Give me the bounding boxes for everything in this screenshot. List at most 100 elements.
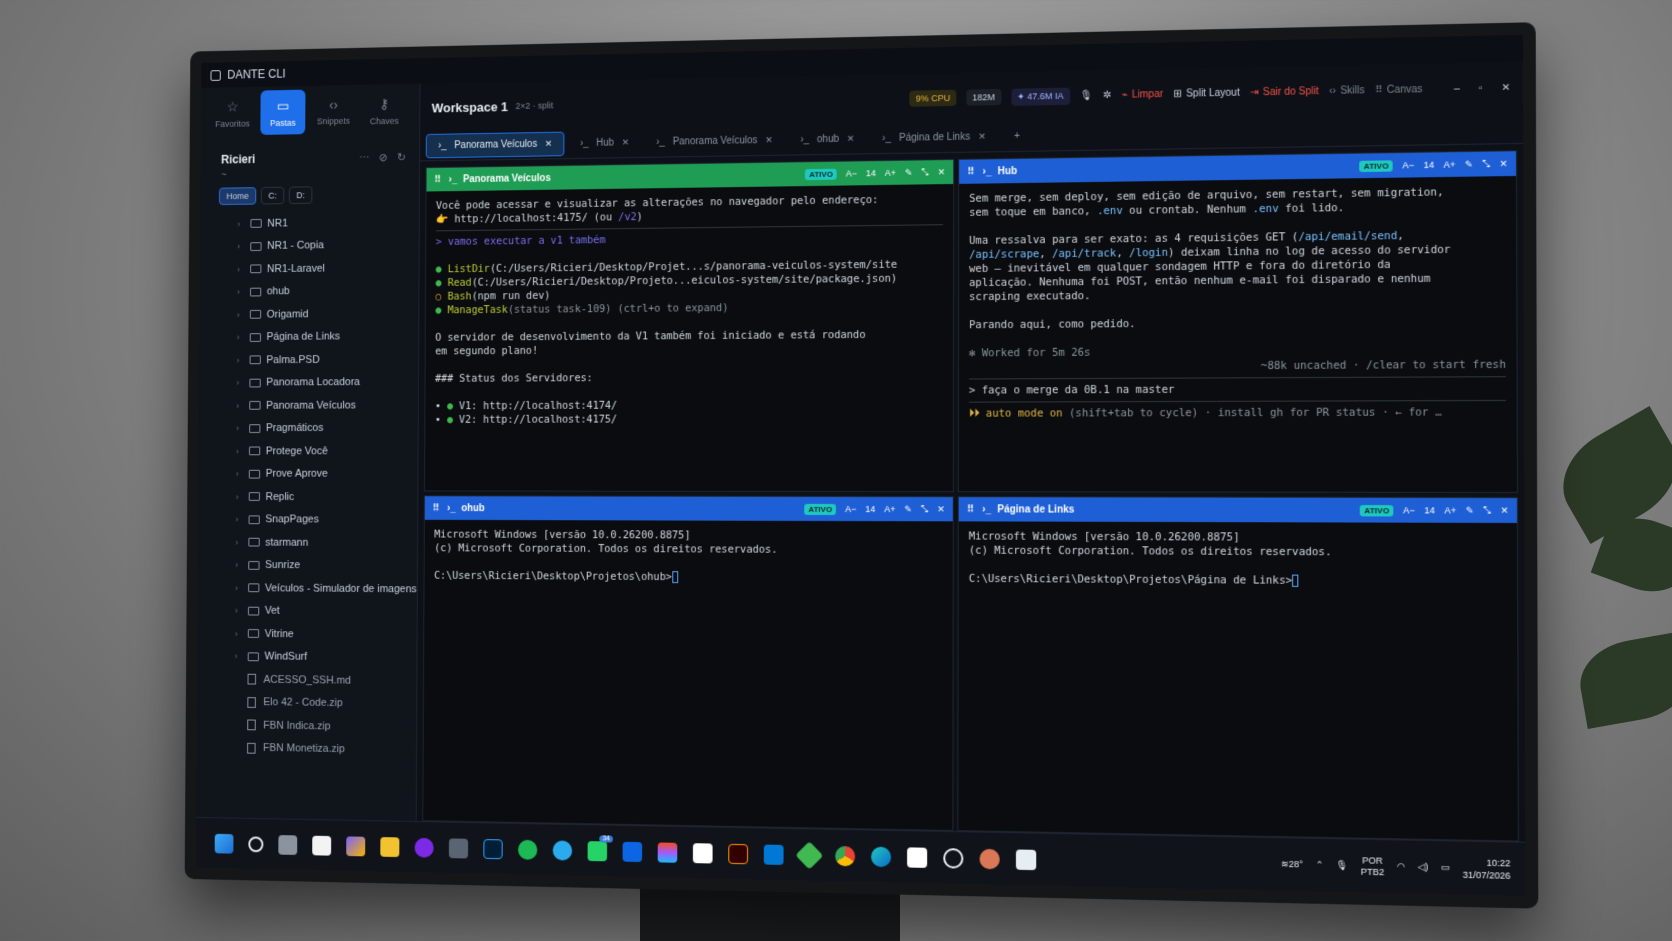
font-increase-button[interactable]: A+ <box>885 168 896 178</box>
chevron-right-icon[interactable]: › <box>237 287 248 297</box>
chevron-up-icon[interactable]: ⌃ <box>1315 859 1323 870</box>
ai-app-icon[interactable] <box>907 846 928 868</box>
pane-hub[interactable]: ⠿ ›_ Hub ATIVO A− 14 A+ ✎ ⤡ ✕ Sem merge,… <box>957 150 1518 493</box>
chevron-right-icon[interactable]: › <box>236 424 247 434</box>
edge-icon[interactable] <box>871 846 892 867</box>
folder-item[interactable]: › Panorama Locadora <box>236 371 418 395</box>
search-icon[interactable] <box>248 835 264 852</box>
drive-d[interactable]: D: <box>288 186 313 205</box>
chevron-right-icon[interactable]: › <box>236 469 247 479</box>
git-icon[interactable] <box>795 840 824 870</box>
collapse-icon[interactable]: ⤡ <box>1483 505 1491 516</box>
wifi-icon[interactable]: ◠ <box>1397 861 1405 873</box>
task-view-icon[interactable] <box>278 834 298 855</box>
tab-ohub[interactable]: ›_ ohub ✕ <box>788 127 866 151</box>
pane-panorama-veiculos[interactable]: ⠿ ›_ Panorama Veículos ATIVO A− 14 A+ ✎ … <box>424 158 955 493</box>
canvas-button[interactable]: ⠿ Canvas <box>1375 84 1422 96</box>
drag-handle-icon[interactable]: ⠿ <box>967 504 974 515</box>
folder-item[interactable]: › Origamid <box>237 302 419 326</box>
terminal-output[interactable]: Sem merge, sem deploy, sem edição de arq… <box>959 176 1517 429</box>
folder-item[interactable]: › Panorama Veículos <box>236 394 418 417</box>
close-icon[interactable]: ✕ <box>1500 505 1508 516</box>
font-decrease-button[interactable]: A− <box>1403 505 1415 515</box>
pane-ohub[interactable]: ⠿ ›_ ohub ATIVO A− 14 A+ ✎ ⤡ ✕ Microsoft… <box>422 495 954 832</box>
mic-icon[interactable]: 🎙 <box>1336 860 1348 872</box>
drag-handle-icon[interactable]: ⠿ <box>967 166 974 177</box>
chevron-right-icon[interactable]: › <box>237 219 248 229</box>
close-tab-icon[interactable]: ✕ <box>978 131 986 142</box>
terminal-output[interactable]: Você pode acessar e visualizar as altera… <box>425 184 953 435</box>
chevron-right-icon[interactable]: › <box>235 652 246 662</box>
close-icon[interactable]: ✕ <box>1499 158 1507 169</box>
tab-hub[interactable]: ›_ Hub ✕ <box>568 131 640 155</box>
store-icon[interactable] <box>312 835 332 856</box>
add-tab-button[interactable]: + <box>1002 125 1032 149</box>
chevron-right-icon[interactable]: › <box>237 264 248 274</box>
edit-icon[interactable]: ✎ <box>1465 159 1473 170</box>
edit-icon[interactable]: ✎ <box>904 504 912 515</box>
illustrator-icon[interactable] <box>728 843 749 864</box>
edit-icon[interactable]: ✎ <box>1466 505 1474 516</box>
claude-icon[interactable] <box>979 848 1000 869</box>
prompt-input[interactable]: > faça o merge da 0B.1 na master <box>969 384 1174 397</box>
terminal-output[interactable]: Microsoft Windows [versão 10.0.26200.887… <box>424 520 952 594</box>
chrome-icon[interactable] <box>835 845 856 866</box>
maximize-icon[interactable]: ▫ <box>1479 82 1483 93</box>
folder-item[interactable]: › SnapPages <box>235 508 417 531</box>
chevron-right-icon[interactable]: › <box>235 515 246 525</box>
folder-item[interactable]: › starmann <box>235 531 417 555</box>
folder-item[interactable]: › NR1 - Copia <box>237 233 419 258</box>
trello-icon[interactable] <box>622 841 643 862</box>
pane-pagina-de-links[interactable]: ⠿ ›_ Página de Links ATIVO A− 14 A+ ✎ ⤡ … <box>957 496 1519 842</box>
close-icon[interactable]: ✕ <box>937 504 945 515</box>
folder-item[interactable]: › Vitrine <box>235 622 417 647</box>
refresh-icon[interactable]: ↻ <box>397 150 406 163</box>
close-icon[interactable]: ✕ <box>938 167 946 178</box>
weather-widget[interactable]: ≋28° <box>1281 859 1303 871</box>
telegram-icon[interactable] <box>552 839 573 861</box>
folder-item[interactable]: › Palma.PSD <box>236 348 418 372</box>
split-layout-button[interactable]: ⊞ Split Layout <box>1173 87 1239 99</box>
language-indicator[interactable]: POR PTB2 <box>1360 855 1385 878</box>
chevron-right-icon[interactable]: › <box>235 606 246 616</box>
tab-panorama-veiculos[interactable]: ›_ Panorama Veículos ✕ <box>425 131 565 159</box>
vscode-icon[interactable] <box>763 844 784 865</box>
close-tab-icon[interactable]: ✕ <box>622 137 629 148</box>
font-increase-button[interactable]: A+ <box>1444 505 1456 515</box>
photoshop-icon[interactable] <box>483 838 503 859</box>
folder-item[interactable]: › Sunrize <box>235 554 417 578</box>
terminal-output[interactable]: Microsoft Windows [versão 10.0.26200.887… <box>959 521 1517 597</box>
close-tab-icon[interactable]: ✕ <box>847 134 855 145</box>
copilot-icon[interactable] <box>346 835 366 856</box>
drag-handle-icon[interactable]: ⠿ <box>432 503 439 514</box>
file-explorer-icon[interactable] <box>380 836 400 857</box>
chevron-right-icon[interactable]: › <box>235 537 246 547</box>
edit-icon[interactable]: ✎ <box>905 167 913 178</box>
font-increase-button[interactable]: A+ <box>1444 159 1456 169</box>
hide-icon[interactable]: ⊘ <box>379 151 388 164</box>
chevron-right-icon[interactable]: › <box>236 492 247 502</box>
close-icon[interactable]: ✕ <box>1502 82 1511 93</box>
drive-home[interactable]: Home <box>218 187 257 206</box>
volume-icon[interactable]: ◁) <box>1418 861 1428 873</box>
folder-item[interactable]: › ohub <box>237 279 419 303</box>
folder-item[interactable]: › Replic <box>236 485 418 508</box>
font-decrease-button[interactable]: A− <box>846 168 857 178</box>
tab-favoritos[interactable]: ☆ Favoritos <box>210 91 255 136</box>
folder-item[interactable]: › Veículos - Simulador de imagens <box>235 576 417 600</box>
chevron-right-icon[interactable]: › <box>236 446 247 456</box>
tab-panorama-veiculos-2[interactable]: ›_ Panorama Veículos ✕ <box>645 129 785 154</box>
chevron-right-icon[interactable]: › <box>235 583 246 593</box>
tab-snippets[interactable]: ‹› Snippets <box>311 89 356 134</box>
chevron-right-icon[interactable]: › <box>237 333 248 343</box>
tab-pastas[interactable]: ▭ Pastas <box>260 89 306 135</box>
tab-chaves[interactable]: ⚷ Chaves <box>362 88 408 134</box>
font-increase-button[interactable]: A+ <box>884 504 895 514</box>
chevron-right-icon[interactable]: › <box>235 629 246 639</box>
more-icon[interactable]: ⋯ <box>359 151 369 164</box>
exit-split-button[interactable]: ⇥ Sair do Split <box>1250 85 1319 97</box>
chevron-right-icon[interactable]: › <box>237 310 248 320</box>
folder-item[interactable]: › Prove Aprove <box>236 463 418 486</box>
drag-handle-icon[interactable]: ⠿ <box>434 174 441 185</box>
folder-item[interactable]: › Protege Você <box>236 440 418 463</box>
